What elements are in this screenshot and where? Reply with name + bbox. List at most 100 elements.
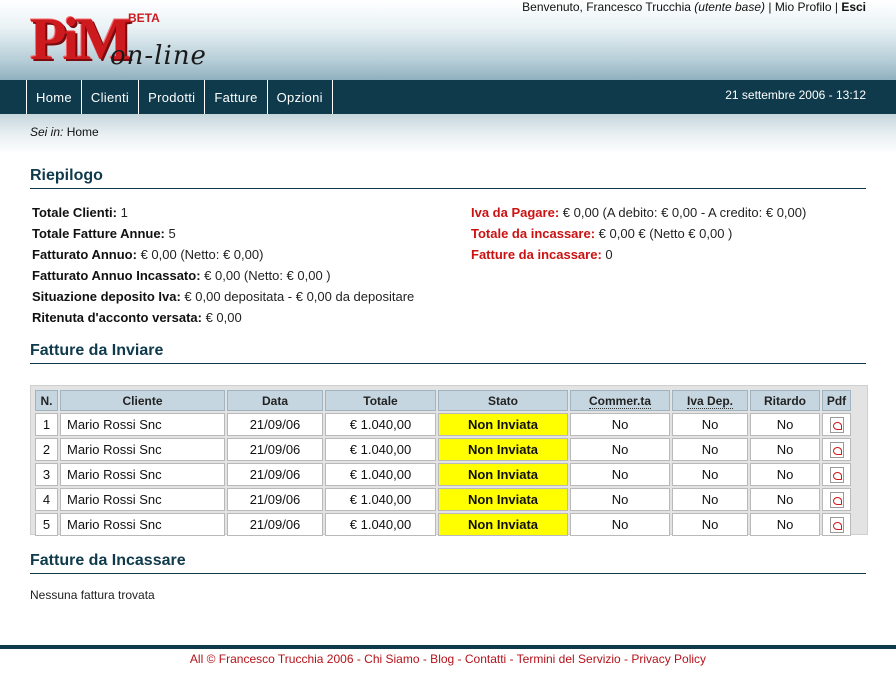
row-pdf[interactable] bbox=[822, 438, 851, 461]
pdf-icon[interactable] bbox=[829, 516, 844, 533]
breadcrumb-prefix: Sei in: bbox=[30, 125, 64, 139]
row-pdf[interactable] bbox=[822, 488, 851, 511]
row-iva-deposit: No bbox=[672, 413, 748, 436]
column-header-iva-label: Iva Dep. bbox=[686, 393, 734, 409]
current-datetime: 21 settembre 2006 - 13:12 bbox=[725, 88, 866, 102]
separator: | bbox=[768, 0, 772, 14]
logo[interactable]: PiM on-line BETA bbox=[30, 8, 230, 74]
summary-label: Totale Fatture Annue: bbox=[32, 226, 165, 241]
row-client: Mario Rossi Snc bbox=[60, 513, 225, 536]
column-header-iva-deposit[interactable]: Iva Dep. bbox=[672, 390, 748, 411]
pdf-icon[interactable] bbox=[829, 466, 844, 483]
summary-value: 1 bbox=[120, 205, 128, 220]
row-total: € 1.040,00 bbox=[325, 438, 436, 461]
row-client: Mario Rossi Snc bbox=[60, 438, 225, 461]
logo-subtitle: on-line bbox=[110, 41, 207, 71]
pdf-icon[interactable] bbox=[829, 491, 844, 508]
logout-link[interactable]: Esci bbox=[841, 0, 866, 14]
profile-link[interactable]: Mio Profilo bbox=[775, 0, 832, 14]
summary-value: 5 bbox=[168, 226, 176, 241]
summary-line: Totale Clienti: 1 bbox=[32, 205, 128, 220]
column-header-pdf[interactable]: Pdf bbox=[822, 390, 851, 411]
nav-item-fatture[interactable]: Fatture bbox=[205, 80, 268, 114]
nav-item-clienti[interactable]: Clienti bbox=[82, 80, 140, 114]
breadcrumb-band: Sei in: Home bbox=[0, 114, 896, 154]
row-status[interactable]: Non Inviata bbox=[438, 513, 568, 536]
to-send-title: Fatture da Inviare bbox=[30, 342, 866, 364]
table-row: 4 Mario Rossi Snc 21/09/06 € 1.040,00 No… bbox=[35, 488, 851, 511]
row-number: 4 bbox=[35, 488, 58, 511]
pdf-icon[interactable] bbox=[829, 441, 844, 458]
row-date: 21/09/06 bbox=[227, 438, 323, 461]
header: PiM on-line BETA Benvenuto, Francesco Tr… bbox=[0, 0, 896, 80]
row-commercial: No bbox=[570, 463, 670, 486]
column-header-status[interactable]: Stato bbox=[438, 390, 568, 411]
nav-item-opzioni[interactable]: Opzioni bbox=[268, 80, 333, 114]
column-header-client[interactable]: Cliente bbox=[60, 390, 225, 411]
row-status[interactable]: Non Inviata bbox=[438, 463, 568, 486]
row-total: € 1.040,00 bbox=[325, 413, 436, 436]
main-nav: Home Clienti Prodotti Fatture Opzioni 21… bbox=[0, 80, 896, 114]
row-commercial: No bbox=[570, 488, 670, 511]
row-commercial: No bbox=[570, 513, 670, 536]
nav-item-prodotti[interactable]: Prodotti bbox=[139, 80, 206, 114]
row-iva-deposit: No bbox=[672, 438, 748, 461]
row-delay: No bbox=[750, 438, 820, 461]
row-date: 21/09/06 bbox=[227, 513, 323, 536]
summary-line: Fatturato Annuo Incassato: € 0,00 (Netto… bbox=[32, 268, 331, 283]
pdf-icon[interactable] bbox=[829, 416, 844, 433]
summary-title: Riepilogo bbox=[30, 167, 866, 189]
summary-label: Ritenuta d'acconto versata: bbox=[32, 310, 202, 325]
user-bar: Benvenuto, Francesco Trucchia (utente ba… bbox=[522, 0, 866, 14]
summary-line: Totale Fatture Annue: 5 bbox=[32, 226, 176, 241]
summary-value: 0 bbox=[605, 247, 613, 262]
column-header-commercial[interactable]: Commer.ta bbox=[570, 390, 670, 411]
summary-value: € 0,00 (Netto: € 0,00) bbox=[140, 247, 264, 262]
row-status[interactable]: Non Inviata bbox=[438, 438, 568, 461]
summary-alert-label: Fatture da incassare: bbox=[471, 247, 602, 262]
row-status[interactable]: Non Inviata bbox=[438, 413, 568, 436]
table-row: 5 Mario Rossi Snc 21/09/06 € 1.040,00 No… bbox=[35, 513, 851, 536]
row-iva-deposit: No bbox=[672, 513, 748, 536]
summary-line: Fatturato Annuo: € 0,00 (Netto: € 0,00) bbox=[32, 247, 263, 262]
row-client: Mario Rossi Snc bbox=[60, 488, 225, 511]
row-date: 21/09/06 bbox=[227, 413, 323, 436]
summary-alert-label: Iva da Pagare: bbox=[471, 205, 560, 220]
summary-alert-line: Fatture da incassare: 0 bbox=[471, 247, 613, 262]
nav-item-home[interactable]: Home bbox=[27, 80, 82, 114]
summary-value: € 0,00 € (Netto € 0,00 ) bbox=[598, 226, 733, 241]
row-total: € 1.040,00 bbox=[325, 488, 436, 511]
row-date: 21/09/06 bbox=[227, 488, 323, 511]
column-header-total[interactable]: Totale bbox=[325, 390, 436, 411]
welcome-text: Benvenuto, Francesco Trucchia bbox=[522, 0, 691, 14]
row-status[interactable]: Non Inviata bbox=[438, 488, 568, 511]
row-pdf[interactable] bbox=[822, 513, 851, 536]
table-row: 2 Mario Rossi Snc 21/09/06 € 1.040,00 No… bbox=[35, 438, 851, 461]
column-header-commercial-label: Commer.ta bbox=[588, 393, 652, 409]
column-header-number[interactable]: N. bbox=[35, 390, 58, 411]
row-total: € 1.040,00 bbox=[325, 513, 436, 536]
row-commercial: No bbox=[570, 413, 670, 436]
table-row: 3 Mario Rossi Snc 21/09/06 € 1.040,00 No… bbox=[35, 463, 851, 486]
breadcrumb-current[interactable]: Home bbox=[67, 125, 99, 139]
column-header-delay[interactable]: Ritardo bbox=[750, 390, 820, 411]
summary-value: € 0,00 (Netto: € 0,00 ) bbox=[204, 268, 331, 283]
table-row: 1 Mario Rossi Snc 21/09/06 € 1.040,00 No… bbox=[35, 413, 851, 436]
invoices-table: N. Cliente Data Totale Stato Commer.ta I… bbox=[33, 388, 853, 538]
row-number: 2 bbox=[35, 438, 58, 461]
row-pdf[interactable] bbox=[822, 413, 851, 436]
row-total: € 1.040,00 bbox=[325, 463, 436, 486]
summary-label: Fatturato Annuo Incassato: bbox=[32, 268, 201, 283]
row-number: 3 bbox=[35, 463, 58, 486]
row-delay: No bbox=[750, 463, 820, 486]
column-header-date[interactable]: Data bbox=[227, 390, 323, 411]
invoices-table-wrapper: N. Cliente Data Totale Stato Commer.ta I… bbox=[30, 385, 868, 538]
row-delay: No bbox=[750, 513, 820, 536]
row-pdf[interactable] bbox=[822, 463, 851, 486]
summary-value: € 0,00 bbox=[205, 310, 242, 325]
footer: All © Francesco Trucchia 2006 - Chi Siam… bbox=[189, 652, 707, 666]
user-role: (utente base) bbox=[694, 0, 765, 14]
footer-divider bbox=[0, 645, 896, 649]
beta-badge: BETA bbox=[128, 11, 160, 25]
summary-label: Situazione deposito Iva: bbox=[32, 289, 181, 304]
